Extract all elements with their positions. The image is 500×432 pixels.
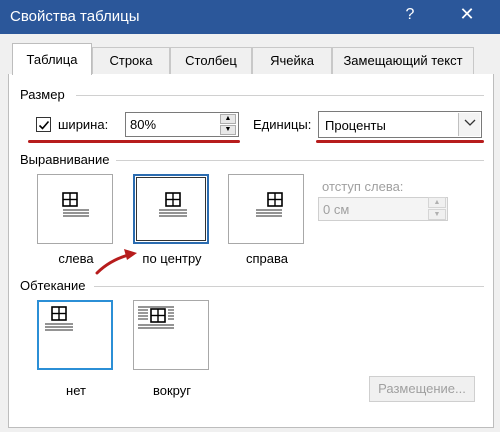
section-divider: [116, 160, 484, 161]
red-underline-units: [316, 140, 484, 143]
units-dropdown[interactable]: Проценты: [318, 111, 482, 138]
wrap-around-option[interactable]: [133, 300, 209, 370]
wrap-none-option[interactable]: [37, 300, 113, 370]
wrapping-section-label: Обтекание: [20, 278, 86, 293]
section-divider: [94, 286, 484, 287]
checkmark-icon: [38, 120, 50, 130]
tab-table[interactable]: Таблица: [12, 43, 92, 75]
align-right-label: справа: [246, 251, 288, 266]
align-left-label: слева: [58, 251, 94, 266]
wrap-around-icon: [138, 306, 174, 329]
dialog-title: Свойства таблицы: [10, 8, 140, 25]
indent-spinner: ▲ ▼: [428, 197, 446, 221]
align-left-option[interactable]: [37, 174, 113, 244]
chevron-down-icon[interactable]: [458, 113, 480, 136]
align-center-option[interactable]: [133, 174, 209, 244]
indent-label: отступ слева:: [322, 179, 404, 194]
align-right-icon: [256, 192, 283, 217]
width-checkbox[interactable]: [36, 117, 51, 132]
title-bar: Свойства таблицы ? ✕: [0, 0, 500, 34]
width-spinner: ▲ ▼: [220, 114, 236, 135]
close-button[interactable]: ✕: [455, 4, 479, 25]
tab-alt-text[interactable]: Замещающий текст: [332, 47, 474, 74]
wrap-around-label: вокруг: [152, 383, 191, 398]
tab-column[interactable]: Столбец: [170, 47, 252, 74]
width-label: ширина:: [58, 117, 109, 132]
size-section-label: Размер: [20, 87, 65, 102]
spin-up-button[interactable]: ▲: [220, 114, 236, 124]
tab-cell[interactable]: Ячейка: [252, 47, 332, 74]
spin-down-button[interactable]: ▼: [220, 125, 236, 135]
help-button[interactable]: ?: [400, 6, 420, 24]
align-center-icon: [159, 192, 187, 217]
align-left-icon: [62, 192, 89, 217]
spin-up-button[interactable]: ▲: [428, 197, 446, 208]
width-input[interactable]: 80% ▲ ▼: [125, 112, 239, 137]
align-center-label: по центру: [142, 251, 202, 266]
wrap-none-label: нет: [66, 383, 86, 398]
wrap-none-icon: [45, 306, 73, 331]
section-divider: [76, 95, 484, 96]
red-underline-width: [28, 140, 240, 143]
spin-down-button[interactable]: ▼: [428, 209, 446, 220]
alignment-section-label: Выравнивание: [20, 152, 110, 167]
width-value: 80%: [130, 117, 157, 132]
placement-button[interactable]: Размещение...: [369, 376, 475, 402]
units-label: Единицы:: [253, 117, 312, 132]
align-right-option[interactable]: [228, 174, 304, 244]
indent-value: 0 см: [323, 202, 350, 217]
units-value: Проценты: [325, 118, 386, 133]
tab-row[interactable]: Строка: [92, 47, 170, 74]
